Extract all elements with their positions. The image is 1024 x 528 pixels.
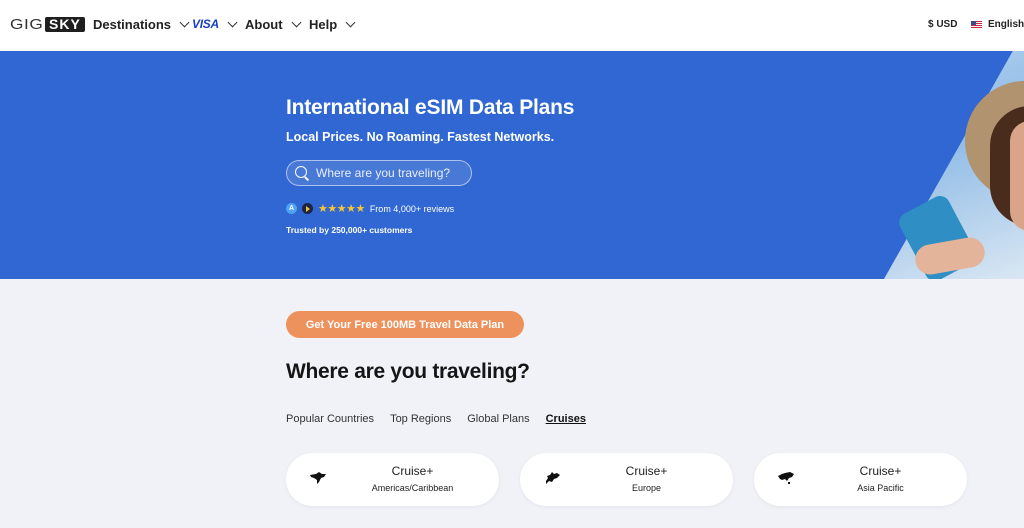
chevron-down-icon — [227, 17, 238, 27]
logo-text-sky: SKY — [45, 17, 85, 32]
visa-logo: VISA — [192, 17, 219, 31]
app-store-icon[interactable]: A — [286, 203, 297, 214]
us-flag-icon — [971, 21, 982, 28]
card-subtitle: Asia Pacific — [857, 483, 904, 493]
card-title: Cruise+ — [625, 464, 668, 478]
cruise-card-europe[interactable]: Cruise+ Europe — [520, 453, 733, 506]
free-data-plan-button[interactable]: Get Your Free 100MB Travel Data Plan — [286, 311, 524, 338]
gigsky-logo[interactable]: GIG SKY — [10, 16, 85, 33]
google-play-icon[interactable] — [302, 203, 313, 214]
nav-about[interactable]: About — [245, 17, 301, 32]
logo-text-gig: GIG — [10, 16, 44, 33]
nav-about-label: About — [245, 17, 283, 32]
hero-banner — [0, 51, 1024, 279]
section-title: Where are you traveling? — [286, 360, 530, 383]
nav-help[interactable]: Help — [309, 17, 356, 32]
destination-search-input[interactable] — [316, 166, 456, 180]
nav-help-label: Help — [309, 17, 338, 32]
cruise-cards: Cruise+ Americas/Caribbean Cruise+ Europ… — [286, 453, 967, 506]
card-subtitle: Europe — [631, 483, 662, 493]
trusted-customers: Trusted by 250,000+ customers — [286, 225, 413, 235]
chevron-down-icon — [291, 17, 301, 28]
card-subtitle: Americas/Caribbean — [371, 483, 454, 493]
currency-selector[interactable]: $ USD — [928, 19, 957, 30]
card-title: Cruise+ — [391, 464, 434, 478]
star-rating: ★★★★★ — [318, 203, 365, 215]
language-label: English — [988, 19, 1024, 30]
americas-map-icon — [310, 472, 326, 484]
hero-subtitle: Local Prices. No Roaming. Fastest Networ… — [286, 130, 555, 144]
nav-visa[interactable]: VISA — [192, 17, 238, 31]
reviews-row: A ★★★★★ From 4,000+ reviews — [286, 202, 454, 215]
face-shape — [1010, 121, 1024, 231]
cruise-card-asia-pacific[interactable]: Cruise+ Asia Pacific — [754, 453, 967, 506]
chevron-down-icon — [179, 17, 190, 28]
tab-top-regions[interactable]: Top Regions — [390, 413, 451, 425]
search-icon — [295, 166, 309, 180]
nav-destinations[interactable]: Destinations — [93, 17, 190, 32]
chevron-down-icon — [345, 17, 356, 28]
cruise-card-americas[interactable]: Cruise+ Americas/Caribbean — [286, 453, 499, 506]
hero-title: International eSIM Data Plans — [286, 96, 575, 119]
reviews-count: From 4,000+ reviews — [369, 203, 455, 214]
card-title: Cruise+ — [859, 464, 902, 478]
nav-destinations-label: Destinations — [93, 17, 172, 32]
tab-popular-countries[interactable]: Popular Countries — [286, 413, 374, 425]
language-selector[interactable]: English — [971, 19, 1024, 30]
top-navigation: GIG SKY Destinations VISA About Help $ U… — [0, 0, 1024, 51]
destination-search[interactable] — [286, 160, 472, 186]
asia-pacific-map-icon — [778, 472, 794, 484]
tab-cruises[interactable]: Cruises — [546, 413, 586, 425]
destination-tabs: Popular Countries Top Regions Global Pla… — [286, 413, 586, 425]
europe-map-icon — [546, 472, 560, 484]
tab-global-plans[interactable]: Global Plans — [467, 413, 529, 425]
